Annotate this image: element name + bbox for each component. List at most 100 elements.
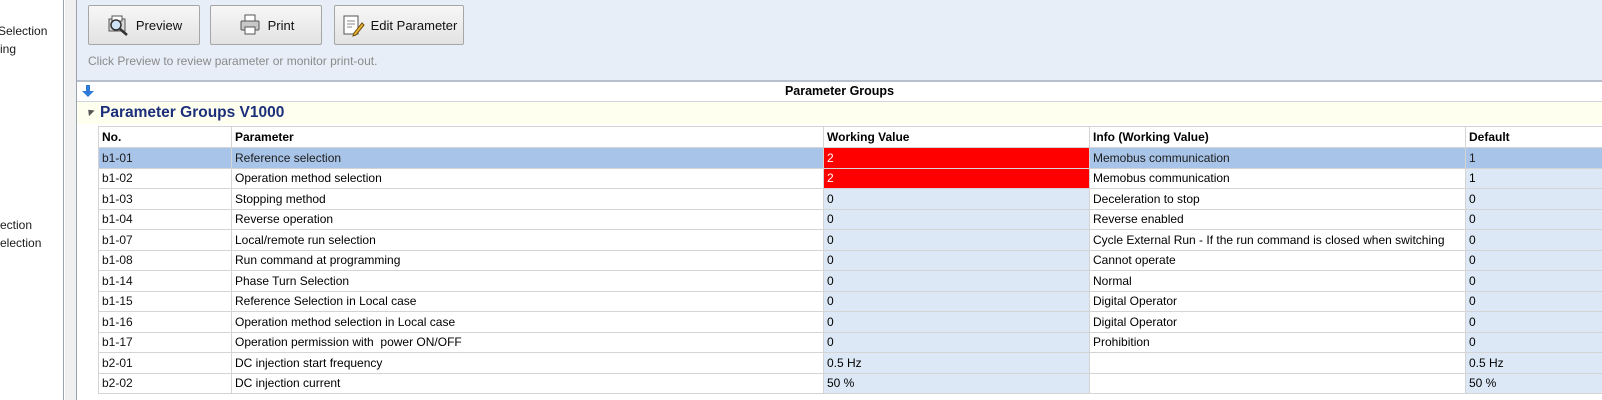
cell-working-value[interactable]: 0 [823,290,1090,312]
cell-parameter: Reference Selection in Local case [231,290,824,312]
cell-info: Digital Operator [1089,290,1466,312]
col-header-info[interactable]: Info (Working Value) [1089,126,1466,148]
left-panel-text[interactable]: Selection [0,24,47,38]
left-panel: Selection ing ection election [0,0,64,400]
cell-parameter: Local/remote run selection [231,229,824,251]
col-header-no[interactable]: No. [98,126,232,148]
cell-info: Cycle External Run - If the run command … [1089,229,1466,251]
cell-no: b1-01 [98,147,232,169]
cell-info: Memobus communication [1089,167,1466,189]
cell-default: 0 [1465,208,1602,230]
toolbar-area: Preview Print Edit Parameter Click Previ… [77,0,1602,82]
parameter-table: No. Parameter Working Value Info (Workin… [98,126,1602,394]
cell-working-value[interactable]: 0 [823,188,1090,210]
cell-parameter: Stopping method [231,188,824,210]
cell-info: Reverse enabled [1089,208,1466,230]
cell-working-value[interactable]: 0 [823,270,1090,292]
cell-no: b1-07 [98,229,232,251]
cell-default: 1 [1465,167,1602,189]
cell-working-value[interactable]: 0 [823,208,1090,230]
cell-working-value[interactable]: 0 [823,311,1090,333]
cell-no: b1-02 [98,167,232,189]
cell-working-value[interactable]: 50 % [823,372,1090,394]
cell-no: b1-08 [98,249,232,271]
print-label: Print [267,17,295,33]
table-row[interactable]: b1-17 Operation permission with power ON… [98,331,1602,353]
left-panel-text[interactable]: election [0,236,41,250]
cell-parameter: Reverse operation [231,208,824,230]
table-row[interactable]: b1-16 Operation method selection in Loca… [98,311,1602,333]
cell-parameter: Run command at programming [231,249,824,271]
cell-default: 0 [1465,229,1602,251]
cell-default: 50 % [1465,372,1602,394]
preview-label: Preview [135,17,183,33]
print-button[interactable]: Print [210,5,322,45]
cell-default: 0.5 Hz [1465,352,1602,374]
cell-parameter: Operation method selection [231,167,824,189]
table-row[interactable]: b1-01 Reference selection 2 Memobus comm… [98,147,1602,169]
table-row[interactable]: b1-08 Run command at programming 0 Canno… [98,249,1602,271]
cell-parameter: Operation permission with power ON/OFF [231,331,824,353]
cell-info: Cannot operate [1089,249,1466,271]
splitter-line [63,0,64,400]
edit-document-icon [341,13,365,37]
cell-info: Digital Operator [1089,311,1466,333]
table-row[interactable]: b1-14 Phase Turn Selection 0 Normal 0 [98,270,1602,292]
group-title: Parameter Groups V1000 [100,104,285,121]
table-row[interactable]: b1-03 Stopping method 0 Deceleration to … [98,188,1602,210]
splitter-handle[interactable] [65,0,76,400]
section-title: Parameter Groups [784,84,895,98]
cell-info: Memobus communication [1089,147,1466,169]
cell-default: 0 [1465,270,1602,292]
table-row[interactable]: b1-04 Reverse operation 0 Reverse enable… [98,208,1602,230]
group-header[interactable]: Parameter Groups V1000 [77,102,1602,124]
cell-working-value[interactable]: 0 [823,331,1090,353]
left-panel-text[interactable]: ing [0,42,16,56]
cell-parameter: DC injection current [231,372,824,394]
expand-caret-icon[interactable] [85,106,95,117]
col-header-default[interactable]: Default [1465,126,1602,148]
cell-parameter: Phase Turn Selection [231,270,824,292]
cell-parameter: DC injection start frequency [231,352,824,374]
table-row[interactable]: b2-02 DC injection current 50 % 50 % [98,372,1602,394]
edit-parameter-label: Edit Parameter [370,17,458,33]
cell-working-value[interactable]: 2 [823,147,1090,169]
cell-no: b1-16 [98,311,232,333]
cell-info [1089,372,1466,394]
edit-parameter-button[interactable]: Edit Parameter [334,5,464,45]
cell-no: b1-15 [98,290,232,312]
table-header-row: No. Parameter Working Value Info (Workin… [98,126,1602,148]
cell-working-value[interactable]: 0 [823,249,1090,271]
toolbar-hint: Click Preview to review parameter or mon… [88,54,378,68]
section-header: Parameter Groups [77,82,1602,102]
cell-info: Deceleration to stop [1089,188,1466,210]
cell-info [1089,352,1466,374]
cell-no: b1-17 [98,331,232,353]
table-row[interactable]: b1-15 Reference Selection in Local case … [98,290,1602,312]
main-panel: Preview Print Edit Parameter Click Previ… [77,0,1602,400]
cell-default: 0 [1465,188,1602,210]
cell-working-value[interactable]: 2 [823,167,1090,189]
cell-default: 0 [1465,331,1602,353]
cell-default: 0 [1465,249,1602,271]
cell-no: b1-04 [98,208,232,230]
preview-icon [106,13,130,37]
table-row[interactable]: b2-01 DC injection start frequency 0.5 H… [98,352,1602,374]
cell-working-value[interactable]: 0.5 Hz [823,352,1090,374]
cell-parameter: Reference selection [231,147,824,169]
cell-no: b2-02 [98,372,232,394]
cell-default: 0 [1465,311,1602,333]
cell-working-value[interactable]: 0 [823,229,1090,251]
left-panel-text[interactable]: ection [0,218,32,232]
col-header-working-value[interactable]: Working Value [823,126,1090,148]
preview-button[interactable]: Preview [88,5,200,45]
cell-parameter: Operation method selection in Local case [231,311,824,333]
table-row[interactable]: b1-07 Local/remote run selection 0 Cycle… [98,229,1602,251]
cell-no: b2-01 [98,352,232,374]
col-header-parameter[interactable]: Parameter [231,126,824,148]
cell-default: 0 [1465,290,1602,312]
cell-info: Prohibition [1089,331,1466,353]
table-row[interactable]: b1-02 Operation method selection 2 Memob… [98,167,1602,189]
cell-no: b1-14 [98,270,232,292]
cell-no: b1-03 [98,188,232,210]
